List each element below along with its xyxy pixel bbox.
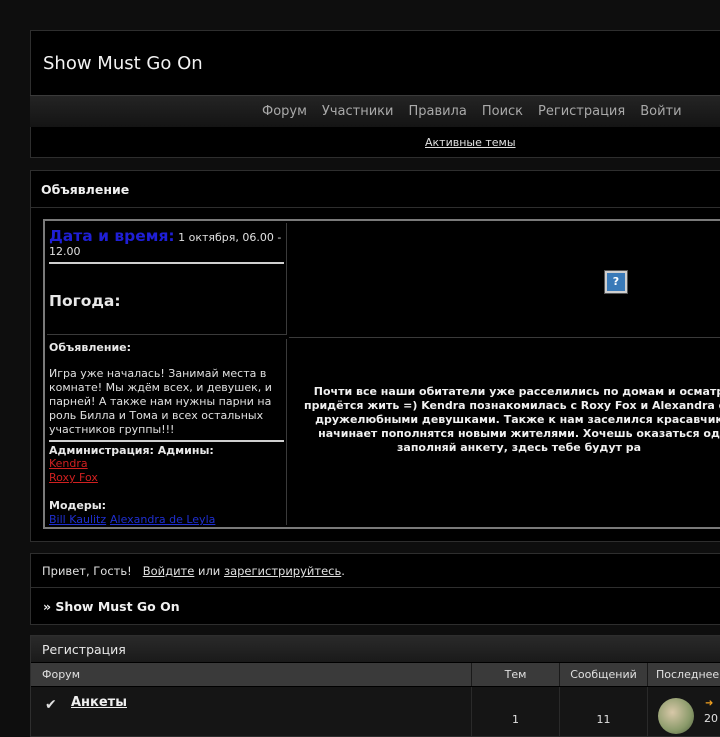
posts-cell: 11	[560, 687, 648, 736]
checkmark-icon: ✔	[45, 697, 57, 713]
broken-image-icon: ?	[605, 271, 627, 293]
announcement-table: Дата и время: 1 октября, 06.00 - 12.00 П…	[43, 219, 720, 529]
divider	[31, 587, 720, 588]
nav-rules[interactable]: Правила	[408, 104, 466, 119]
forum-category: Регистрация Форум Тем Сообщений Последне…	[30, 635, 720, 737]
table-row: ✔ Анкеты 1 11 ➜ 20	[31, 687, 720, 736]
mod-heading: Модеры:	[49, 499, 107, 512]
image-cell: ?	[289, 223, 720, 338]
divider	[31, 207, 720, 208]
greeting: Привет, Гость! Войдите или зарегистрируй…	[42, 564, 345, 578]
last-post-cell: ➜ 20	[648, 687, 720, 736]
date-cell: Дата и время: 1 октября, 06.00 - 12.00 П…	[47, 223, 287, 335]
info-heading: Объявление:	[49, 341, 132, 354]
info-body: Игра уже началась! Занимай места в комна…	[49, 367, 272, 436]
forum-table-header: Форум Тем Сообщений Последнее	[31, 663, 720, 686]
category-title[interactable]: Регистрация	[42, 642, 126, 657]
site-title[interactable]: Show Must Go On	[43, 53, 203, 74]
greeting-text: Привет, Гость!	[42, 564, 132, 578]
mod-link-bill-kaulitz[interactable]: Bill Kaulitz	[49, 513, 106, 526]
avatar[interactable]	[658, 698, 694, 734]
divider	[49, 440, 284, 442]
nav-search[interactable]: Поиск	[482, 104, 523, 119]
or-text: или	[197, 564, 221, 578]
header-last-post: Последнее	[648, 663, 720, 686]
announcement-title: Объявление	[41, 182, 130, 197]
mod-link-alexandra-de-leyla[interactable]: Alexandra de Leyla	[110, 513, 215, 526]
forum-link-ankety[interactable]: Анкеты	[71, 695, 127, 710]
topics-cell: 1	[472, 687, 560, 736]
dot-text: .	[341, 564, 345, 578]
nav-forum[interactable]: Форум	[262, 104, 307, 119]
login-link[interactable]: Войдите	[143, 564, 195, 578]
active-topics-link[interactable]: Активные темы	[425, 136, 516, 149]
divider	[49, 262, 284, 264]
header-forum: Форум	[31, 663, 472, 686]
story-text: Почти все наши обитатели уже расселились…	[304, 385, 720, 454]
active-topics-bar: Активные темы	[30, 127, 720, 158]
guest-panel: Привет, Гость! Войдите или зарегистрируй…	[30, 553, 720, 625]
admin-heading: Администрация: Админы:	[49, 444, 214, 457]
site-header: Show Must Go On	[30, 30, 720, 96]
breadcrumb[interactable]: » Show Must Go On	[43, 599, 180, 614]
weather-label: Погода:	[49, 292, 121, 310]
arrow-right-icon[interactable]: ➜	[705, 698, 713, 709]
info-cell: Объявление: Игра уже началась! Занимай м…	[47, 339, 287, 526]
last-post-date: 20	[704, 712, 718, 725]
nav-register[interactable]: Регистрация	[538, 104, 625, 119]
header-topics: Тем	[472, 663, 560, 686]
story-cell: Почти все наши обитатели уже расселились…	[289, 339, 720, 525]
admin-link-kendra[interactable]: Kendra	[49, 457, 284, 471]
forum-cell: ✔ Анкеты	[31, 687, 472, 736]
nav-login[interactable]: Войти	[640, 104, 681, 119]
admin-link-roxy-fox[interactable]: Roxy Fox	[49, 471, 284, 485]
main-nav: Форум Участники Правила Поиск Регистраци…	[30, 95, 720, 128]
header-posts: Сообщений	[560, 663, 648, 686]
date-label: Дата и время:	[49, 227, 175, 245]
register-link[interactable]: зарегистрируйтесь	[224, 564, 341, 578]
nav-members[interactable]: Участники	[322, 104, 394, 119]
announcement-panel: Объявление Дата и время: 1 октября, 06.0…	[30, 170, 720, 542]
category-header: Регистрация	[31, 636, 720, 662]
